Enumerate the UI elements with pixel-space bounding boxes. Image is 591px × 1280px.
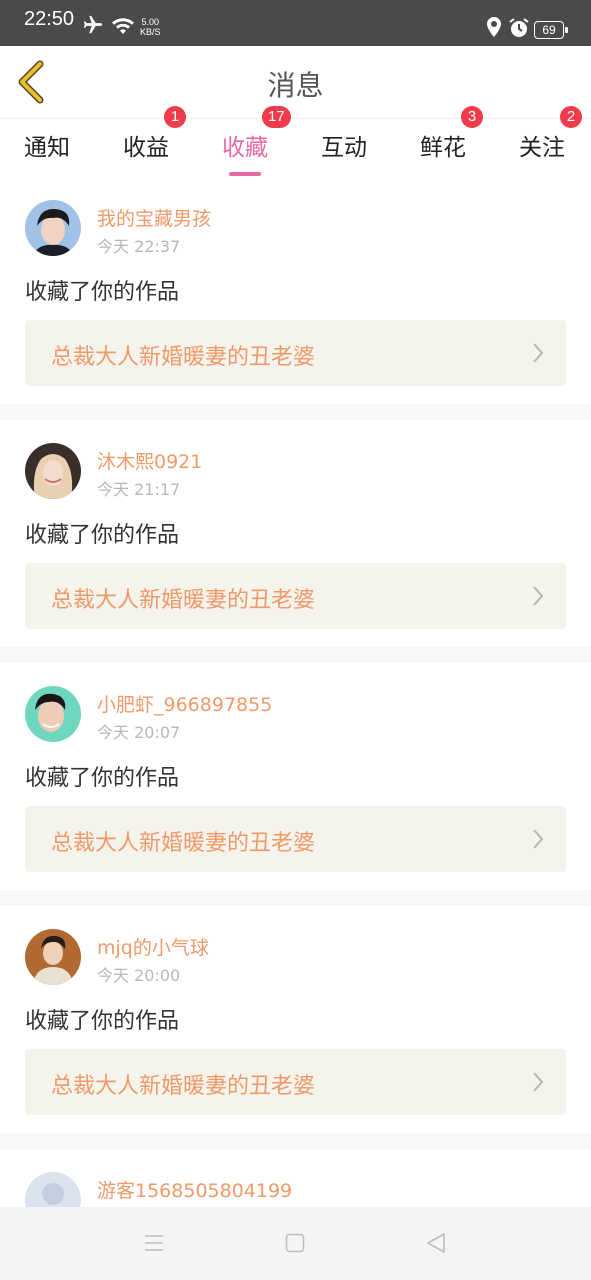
- section-divider: [0, 404, 591, 420]
- username-link[interactable]: mjq的小气球: [97, 933, 209, 960]
- username-link[interactable]: 小肥虾_966897855: [97, 690, 272, 717]
- network-speed-value: 5.00: [141, 17, 160, 27]
- battery-indicator: 69: [534, 21, 568, 39]
- unread-badge: 3: [461, 106, 483, 128]
- action-text: 收藏了你的作品: [25, 1009, 180, 1034]
- action-text: 收藏了你的作品: [25, 280, 180, 305]
- status-time: 22:50: [24, 8, 75, 30]
- alarm-icon: [508, 17, 530, 43]
- home-square-icon[interactable]: [285, 1232, 305, 1258]
- timestamp: 今天 22:37: [97, 237, 181, 256]
- unread-badge: 1: [164, 106, 186, 128]
- notification-card: 小肥虾_966897855 今天 20:07 收藏了你的作品 总裁大人新婚暖妻的…: [0, 664, 591, 890]
- section-divider: [0, 647, 591, 663]
- active-tab-indicator: [229, 172, 261, 176]
- category-tabs: 通知 收益 1 收藏 17 互动 鲜花 3 关注 2: [0, 106, 591, 176]
- tab-interactions[interactable]: 互动: [321, 128, 367, 162]
- section-divider: [0, 1133, 591, 1149]
- section-divider: [0, 890, 591, 906]
- tab-flowers[interactable]: 鲜花 3: [420, 106, 483, 162]
- work-title: 总裁大人新婚暖妻的丑老婆: [51, 831, 316, 856]
- notification-card: 沐木熙0921 今天 21:17 收藏了你的作品 总裁大人新婚暖妻的丑老婆: [0, 421, 591, 647]
- tab-earnings[interactable]: 收益 1: [123, 106, 186, 162]
- wifi-icon: [111, 17, 135, 39]
- timestamp: 今天 20:00: [97, 966, 181, 985]
- tab-label: 收藏: [222, 135, 268, 161]
- network-speed: 5.00 KB/S: [140, 17, 161, 37]
- unread-badge: 17: [262, 106, 291, 128]
- network-speed-unit: KB/S: [140, 27, 161, 37]
- work-title: 总裁大人新婚暖妻的丑老婆: [51, 345, 316, 370]
- action-text: 收藏了你的作品: [25, 766, 180, 791]
- avatar[interactable]: [25, 929, 81, 985]
- action-text: 收藏了你的作品: [25, 523, 180, 548]
- timestamp: 今天 21:17: [97, 480, 181, 499]
- avatar[interactable]: [25, 443, 81, 499]
- page-title: 消息: [267, 69, 324, 102]
- tab-label: 互动: [321, 135, 367, 161]
- back-triangle-icon[interactable]: [425, 1232, 447, 1258]
- menu-icon[interactable]: [143, 1232, 165, 1258]
- chevron-right-icon: [532, 1071, 544, 1097]
- work-link[interactable]: 总裁大人新婚暖妻的丑老婆: [25, 1049, 566, 1115]
- system-nav-bar: [0, 1207, 591, 1280]
- tab-follows[interactable]: 关注 2: [519, 106, 582, 162]
- airplane-icon: [80, 14, 106, 40]
- avatar[interactable]: [25, 686, 81, 742]
- work-title: 总裁大人新婚暖妻的丑老婆: [51, 1074, 316, 1099]
- tab-notifications[interactable]: 通知: [24, 128, 70, 162]
- unread-badge: 2: [560, 106, 582, 128]
- chevron-right-icon: [532, 828, 544, 854]
- tab-favorites[interactable]: 收藏 17: [222, 106, 291, 176]
- work-link[interactable]: 总裁大人新婚暖妻的丑老婆: [25, 320, 566, 386]
- work-title: 总裁大人新婚暖妻的丑老婆: [51, 588, 316, 613]
- app-header: 消息: [0, 46, 591, 119]
- chevron-right-icon: [532, 342, 544, 368]
- tab-label: 鲜花: [420, 135, 466, 161]
- username-link[interactable]: 游客1568505804199: [97, 1176, 292, 1203]
- notification-card: 我的宝藏男孩 今天 22:37 收藏了你的作品 总裁大人新婚暖妻的丑老婆: [0, 178, 591, 404]
- work-link[interactable]: 总裁大人新婚暖妻的丑老婆: [25, 806, 566, 872]
- notification-card: mjq的小气球 今天 20:00 收藏了你的作品 总裁大人新婚暖妻的丑老婆: [0, 907, 591, 1133]
- username-link[interactable]: 沐木熙0921: [97, 447, 202, 474]
- username-link[interactable]: 我的宝藏男孩: [97, 204, 211, 231]
- location-icon: [486, 17, 502, 43]
- tab-label: 关注: [519, 135, 565, 161]
- tab-label: 收益: [123, 135, 169, 161]
- tab-label: 通知: [24, 135, 70, 161]
- avatar[interactable]: [25, 200, 81, 256]
- timestamp: 今天 20:07: [97, 723, 181, 742]
- chevron-right-icon: [532, 585, 544, 611]
- work-link[interactable]: 总裁大人新婚暖妻的丑老婆: [25, 563, 566, 629]
- status-bar: 22:50 5.00 KB/S 69: [0, 0, 591, 46]
